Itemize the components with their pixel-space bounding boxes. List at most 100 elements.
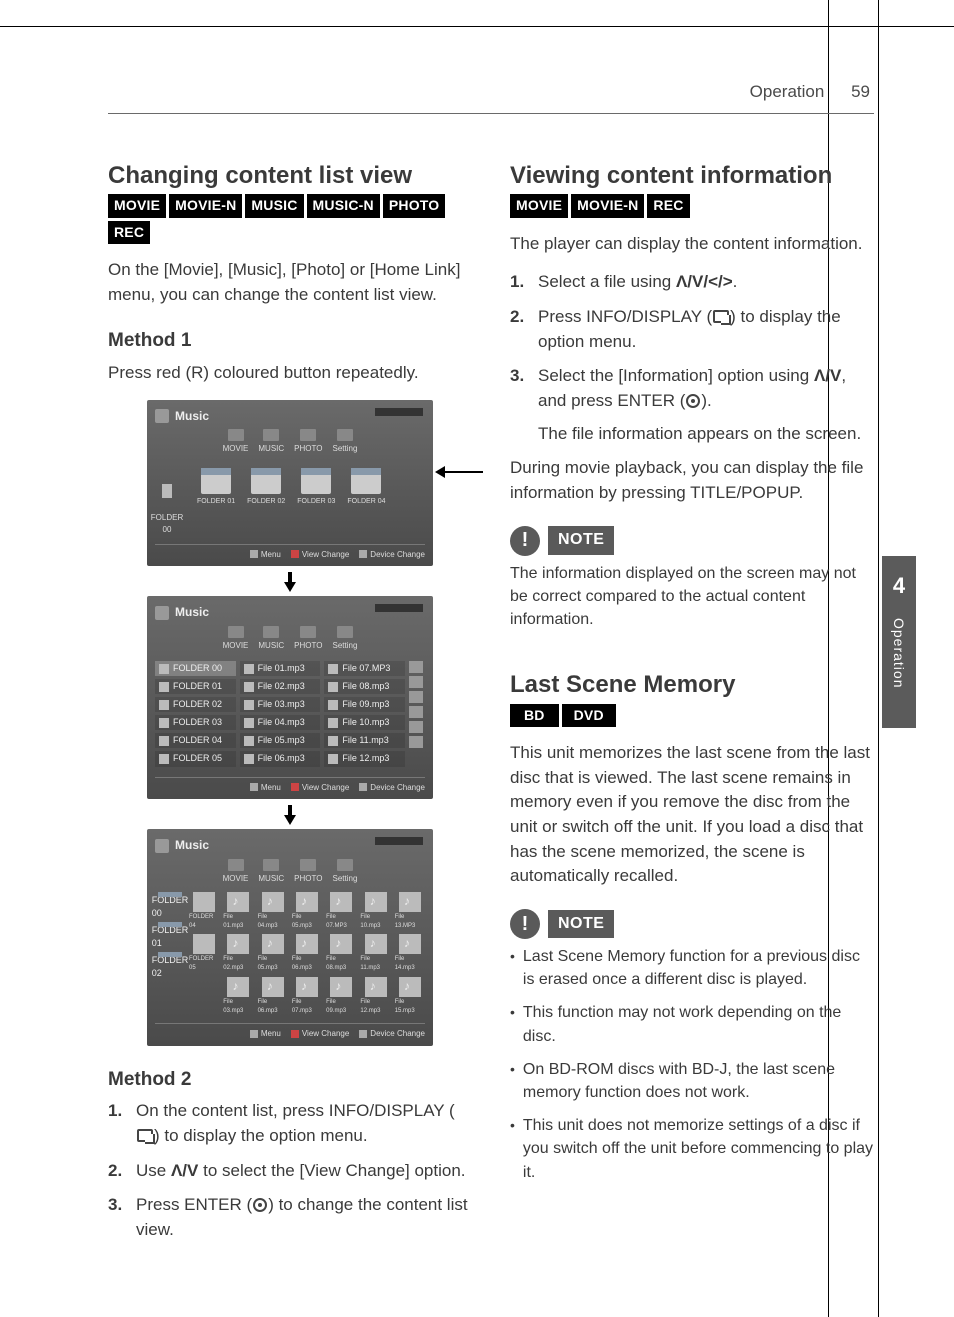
step-body: On the content list, press INFO/DISPLAY …	[136, 1099, 472, 1148]
step-number: 1.	[510, 270, 530, 295]
side-tab-number: 4	[882, 556, 916, 602]
note-icon: !	[510, 526, 540, 556]
screenshot-footer: Menu View Change Device Change	[155, 544, 425, 561]
note-item: This unit does not memorize settings of …	[523, 1114, 874, 1184]
grid-side: FOLDER 00 FOLDER 01 FOLDER 02	[155, 892, 185, 1015]
folder-thumb: FOLDER 03	[297, 468, 335, 507]
tag: REC	[647, 194, 689, 217]
step-number: 3.	[510, 364, 530, 413]
method1-body: Press red (R) coloured button repeatedly…	[108, 361, 472, 386]
note-icon: !	[510, 909, 540, 939]
header-rule	[108, 113, 874, 114]
side-tab-label: Operation	[889, 618, 909, 688]
note-item: On BD-ROM discs with BD-J, the last scen…	[523, 1058, 874, 1104]
info-display-icon	[713, 310, 729, 323]
screenshot-footer: Menu View Change Device Change	[155, 1023, 425, 1040]
arrow-down-icon	[284, 572, 296, 590]
screenshot-footer: Menu View Change Device Change	[155, 777, 425, 794]
intro-text: On the [Movie], [Music], [Photo] or [Hom…	[108, 258, 472, 307]
device-indicator	[375, 604, 423, 612]
music-icon	[155, 409, 169, 423]
screenshot-grid-view: Music MOVIE MUSIC PHOTO Setting FOLDER 0…	[147, 829, 433, 1046]
screenshot-stack: Music MOVIE MUSIC PHOTO Setting FOLDER 0…	[108, 400, 472, 1046]
enter-icon	[253, 1198, 267, 1212]
screenshot-thumbnail-view: Music MOVIE MUSIC PHOTO Setting FOLDER 0…	[147, 400, 433, 567]
step-number: 2.	[510, 305, 530, 354]
list-mini-column	[409, 661, 425, 766]
method2-steps: 1. On the content list, press INFO/DISPL…	[108, 1099, 472, 1242]
tag: MOVIE-N	[571, 194, 644, 217]
tab-icon	[228, 429, 244, 441]
tags-changing-view: MOVIE MOVIE-N MUSIC MUSIC-N PHOTO REC	[108, 194, 472, 244]
screenshot-list-view: Music MOVIE MUSIC PHOTO Setting FOLDER 0…	[147, 596, 433, 799]
right-column: Viewing content information MOVIE MOVIE-…	[510, 162, 874, 1194]
tag: DVD	[562, 704, 616, 727]
step-body: Press ENTER () to change the content lis…	[136, 1193, 472, 1242]
tag: MOVIE	[108, 194, 166, 217]
list-column: File 07.MP3 File 08.mp3 File 09.mp3 File…	[324, 661, 405, 766]
side-tab: 4 Operation	[882, 556, 916, 728]
step-body: Select a file using Λ/V/</>.	[538, 270, 874, 295]
method1-heading: Method 1	[108, 327, 472, 355]
grid-main: FOLDER 04 File 01.mp3 File 04.mp3 File 0…	[189, 892, 425, 1015]
last-scene-body: This unit memorizes the last scene from …	[510, 741, 874, 889]
intro-text: The player can display the content infor…	[510, 232, 874, 257]
note-label: NOTE	[548, 910, 614, 938]
list-column: File 01.mp3 File 02.mp3 File 03.mp3 File…	[240, 661, 321, 766]
nav-keys-icon: Λ/V/</>	[676, 272, 733, 291]
rail-icon	[162, 484, 172, 498]
note-list: Last Scene Memory function for a previou…	[510, 945, 874, 1184]
tab-icon	[337, 429, 353, 441]
tags-viewing-info: MOVIE MOVIE-N REC	[510, 194, 874, 217]
note-header: ! NOTE	[510, 526, 874, 556]
heading-viewing-info: Viewing content information	[510, 162, 874, 191]
tag: PHOTO	[383, 194, 446, 217]
folder-thumb: FOLDER 01	[197, 468, 235, 507]
step-body: Press INFO/DISPLAY () to display the opt…	[538, 305, 874, 354]
info-display-icon	[137, 1129, 153, 1142]
tag: REC	[108, 221, 150, 244]
note-label: NOTE	[548, 526, 614, 554]
arrow-into-screenshot	[435, 466, 483, 478]
tag: MUSIC-N	[307, 194, 380, 217]
enter-icon	[686, 394, 700, 408]
tag: MOVIE	[510, 194, 568, 217]
tag: MOVIE-N	[169, 194, 242, 217]
left-column: Changing content list view MOVIE MOVIE-N…	[108, 162, 472, 1257]
up-down-icon: Λ/V	[171, 1161, 198, 1180]
running-section: Operation	[750, 82, 825, 101]
note-header: ! NOTE	[510, 909, 874, 939]
step-number: 2.	[108, 1159, 128, 1184]
step-body: Use Λ/V to select the [View Change] opti…	[136, 1159, 472, 1184]
tab-icon	[300, 429, 316, 441]
tab-strip: MOVIE MUSIC PHOTO Setting	[155, 859, 425, 885]
device-indicator	[375, 408, 423, 416]
folder-thumb: FOLDER 04	[347, 468, 385, 507]
page-number: 59	[851, 82, 870, 101]
viewing-steps: 1. Select a file using Λ/V/</>. 2. Press…	[510, 270, 874, 413]
step-number: 1.	[108, 1099, 128, 1148]
tab-strip: MOVIE MUSIC PHOTO Setting	[155, 626, 425, 652]
tag: MUSIC	[245, 194, 303, 217]
tab-strip: MOVIE MUSIC PHOTO Setting	[155, 429, 425, 455]
tags-last-scene: BD DVD	[510, 704, 874, 727]
post-steps-text: During movie playback, you can display t…	[510, 456, 874, 505]
page: Operation 59 4 Operation Changing conten…	[0, 0, 954, 1317]
note-body: The information displayed on the screen …	[510, 562, 874, 632]
list-column: FOLDER 00 FOLDER 01 FOLDER 02 FOLDER 03 …	[155, 661, 236, 766]
heading-last-scene: Last Scene Memory	[510, 671, 874, 700]
running-header: Operation 59	[108, 80, 874, 105]
method2-heading: Method 2	[108, 1066, 472, 1094]
step-number: 3.	[108, 1193, 128, 1242]
side-rail: FOLDER 00	[155, 462, 179, 535]
arrow-down-icon	[284, 805, 296, 823]
up-down-icon: Λ/V	[814, 366, 841, 385]
rail-label: FOLDER 00	[151, 512, 183, 535]
device-indicator	[375, 837, 423, 845]
tab-icon	[263, 429, 279, 441]
note-item: Last Scene Memory function for a previou…	[523, 945, 874, 991]
folder-thumb: FOLDER 02	[247, 468, 285, 507]
tag: BD	[510, 704, 559, 727]
heading-changing-view: Changing content list view	[108, 162, 472, 191]
music-icon	[155, 839, 169, 853]
